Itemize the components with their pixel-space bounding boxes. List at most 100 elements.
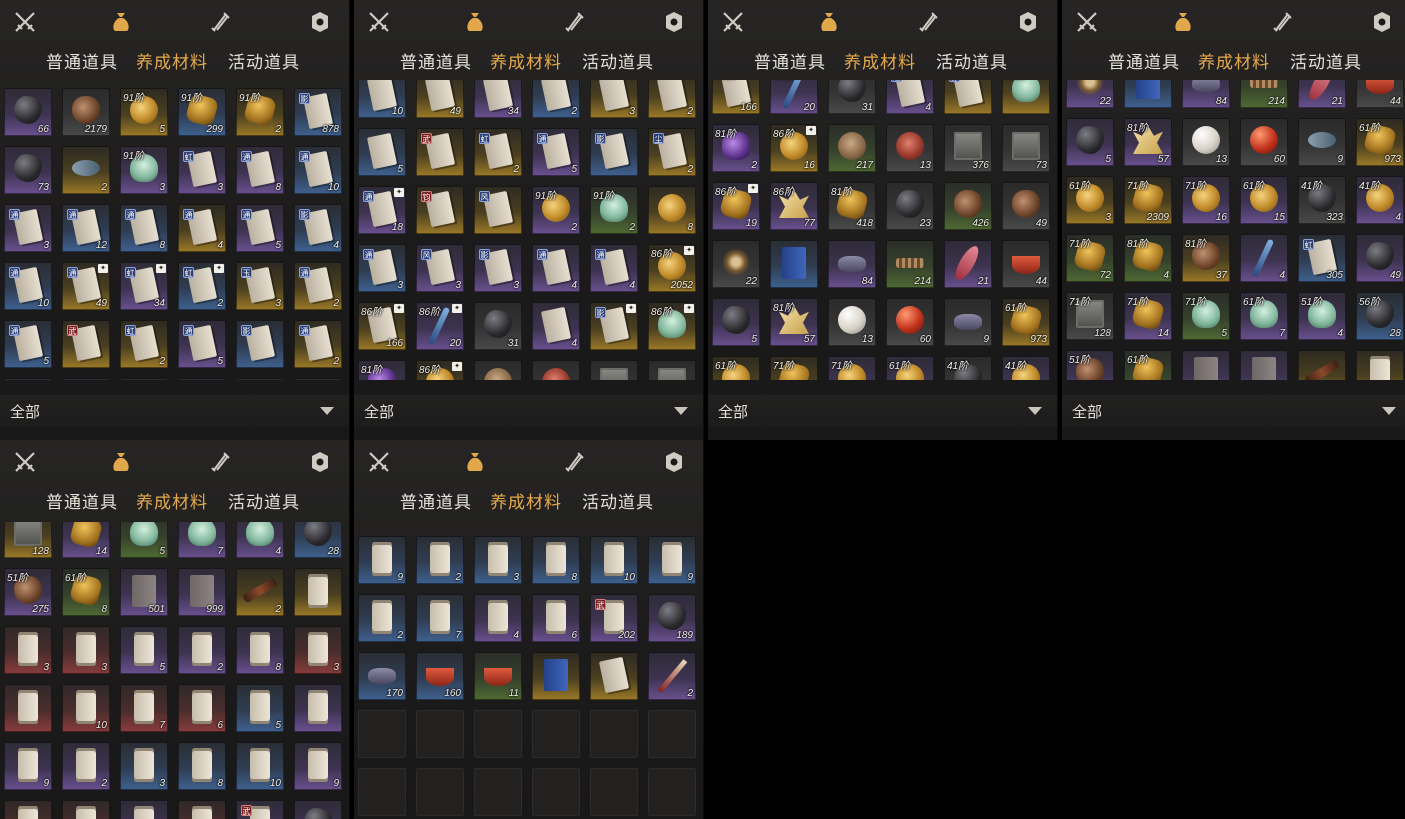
item-slot[interactable]: 61阶 973	[1002, 298, 1050, 346]
item-slot[interactable]	[120, 378, 168, 380]
item-slot[interactable]: 73	[648, 360, 696, 380]
item-slot[interactable]: 通4	[590, 244, 638, 292]
item-slot[interactable]: 通2	[294, 320, 342, 368]
item-slot[interactable]: 376	[590, 360, 638, 380]
empty-slot[interactable]	[590, 768, 638, 816]
item-grid[interactable]: 128 14 5 7 4 28 51阶 275 61阶 8 501 999 2 3 3 5 2 8 3 10 7 6 5 9 2…	[0, 522, 349, 819]
item-slot[interactable]	[4, 684, 52, 732]
item-slot[interactable]: 2179	[62, 88, 110, 136]
empty-slot[interactable]	[474, 710, 522, 758]
item-slot[interactable]: 91阶 2	[532, 186, 580, 234]
item-slot[interactable]: 61阶 3	[1066, 176, 1114, 224]
item-slot[interactable]: 玉3	[236, 262, 284, 310]
item-slot[interactable]: 71阶	[828, 356, 876, 380]
item-slot[interactable]: 虹 305	[1298, 234, 1346, 282]
item-slot[interactable]	[294, 800, 342, 819]
item-slot[interactable]: 5	[236, 684, 284, 732]
item-slot[interactable]: 武	[416, 128, 464, 176]
item-slot[interactable]: 71阶 72	[1066, 234, 1114, 282]
pouch-icon[interactable]	[463, 450, 487, 474]
pouch-icon[interactable]	[817, 10, 841, 34]
item-grid[interactable]: 10 49 34 2 3 2 5 武虹 2 通 5 影尘 2 通 ✦ 18 钧风 91阶 2 91阶 2 8 通 3 风 3 影 3 通…	[354, 80, 703, 380]
item-slot[interactable]: 86阶 77	[770, 182, 818, 230]
gem-icon[interactable]	[662, 450, 686, 474]
item-grid[interactable]: 22 84 214 21 44 5 81阶 57 13 60 9 61阶 973 61阶 3 71阶 2309 7…	[1062, 80, 1405, 380]
item-slot[interactable]: 34	[474, 80, 522, 118]
item-slot[interactable]: 60	[886, 298, 934, 346]
item-slot[interactable]: 13	[828, 298, 876, 346]
item-slot[interactable]: 影	[590, 128, 638, 176]
item-slot[interactable]: 91阶 2	[590, 186, 638, 234]
tab-event-items[interactable]: 活动道具	[228, 48, 300, 73]
item-slot[interactable]: 影✦	[590, 302, 638, 350]
empty-slot[interactable]	[474, 768, 522, 816]
item-slot[interactable]: 通4	[886, 80, 934, 114]
item-slot[interactable]: 4	[474, 594, 522, 642]
item-slot[interactable]: 13	[1182, 118, 1230, 166]
item-slot[interactable]: 5	[1066, 118, 1114, 166]
item-slot[interactable]: 501	[1182, 350, 1230, 380]
item-slot[interactable]: 128	[4, 522, 52, 558]
item-slot[interactable]	[770, 240, 818, 288]
item-slot[interactable]: 风	[474, 186, 522, 234]
item-slot[interactable]: 6	[532, 594, 580, 642]
item-slot[interactable]	[120, 800, 168, 819]
tab-common-items[interactable]: 普通道具	[1108, 48, 1180, 73]
item-slot[interactable]: 86阶 ✦ 2052	[648, 244, 696, 292]
filter-dropdown[interactable]: 全部	[0, 395, 349, 427]
item-slot[interactable]: 170	[358, 652, 406, 700]
scroll-icon[interactable]	[916, 10, 940, 34]
gem-icon[interactable]	[662, 10, 686, 34]
crossed-swords-icon[interactable]	[721, 10, 745, 34]
item-slot[interactable]: 通5	[178, 320, 226, 368]
item-slot[interactable]: 通 12	[62, 204, 110, 252]
item-slot[interactable]: 999	[178, 568, 226, 616]
item-slot[interactable]: 61阶	[886, 356, 934, 380]
item-slot[interactable]: 44	[1002, 240, 1050, 288]
item-slot[interactable]: 4	[1240, 234, 1288, 282]
item-slot[interactable]: 3	[62, 626, 110, 674]
empty-slot[interactable]	[416, 710, 464, 758]
item-slot[interactable]: 81阶 2	[712, 124, 760, 172]
item-slot[interactable]: 通8	[120, 204, 168, 252]
item-slot[interactable]: 91阶 3	[120, 146, 168, 194]
item-slot[interactable]: 9	[358, 536, 406, 584]
item-slot[interactable]: 3	[294, 626, 342, 674]
item-slot[interactable]: 虹 ✦ 34	[120, 262, 168, 310]
item-slot[interactable]: 51阶 4	[1298, 292, 1346, 340]
filter-dropdown[interactable]: 全部	[1062, 395, 1405, 427]
item-slot[interactable]: 56阶 28	[1356, 292, 1404, 340]
item-slot[interactable]: 7	[120, 684, 168, 732]
item-slot[interactable]: 通2	[294, 262, 342, 310]
item-slot[interactable]: 81阶 57	[770, 298, 818, 346]
item-slot[interactable]: 81阶 4	[1124, 234, 1172, 282]
item-slot[interactable]: 376	[944, 124, 992, 172]
item-slot[interactable]: 28	[294, 522, 342, 558]
item-slot[interactable]: 86阶 ✦ 16	[770, 124, 818, 172]
item-slot[interactable]: 217	[474, 360, 522, 380]
scroll-icon[interactable]	[1270, 10, 1294, 34]
item-slot[interactable]: 2	[62, 742, 110, 790]
item-slot[interactable]: 4	[532, 302, 580, 350]
item-slot[interactable]: 41阶 4	[1356, 176, 1404, 224]
pouch-icon[interactable]	[463, 10, 487, 34]
item-slot[interactable]: 81阶 57	[1124, 118, 1172, 166]
item-slot[interactable]: 86阶 ✦ 20	[416, 302, 464, 350]
item-slot[interactable]: 2	[648, 652, 696, 700]
filter-dropdown[interactable]: 全部	[708, 395, 1057, 427]
item-slot[interactable]: 影✦	[944, 80, 992, 114]
tab-upgrade-materials[interactable]: 养成材料	[136, 488, 208, 513]
tab-event-items[interactable]: 活动道具	[1290, 48, 1362, 73]
item-slot[interactable]: 9	[648, 536, 696, 584]
item-slot[interactable]: 通5	[4, 320, 52, 368]
item-slot[interactable]: 10	[358, 80, 406, 118]
item-slot[interactable]: 91阶	[178, 378, 226, 380]
item-slot[interactable]: 61阶 15	[1240, 176, 1288, 224]
crossed-swords-icon[interactable]	[367, 10, 391, 34]
item-slot[interactable]: 尘2	[648, 128, 696, 176]
item-slot[interactable]: 23	[886, 182, 934, 230]
item-slot[interactable]: 31	[474, 302, 522, 350]
item-slot[interactable]: 91阶 5	[120, 88, 168, 136]
scroll-icon[interactable]	[208, 450, 232, 474]
item-slot[interactable]	[532, 652, 580, 700]
